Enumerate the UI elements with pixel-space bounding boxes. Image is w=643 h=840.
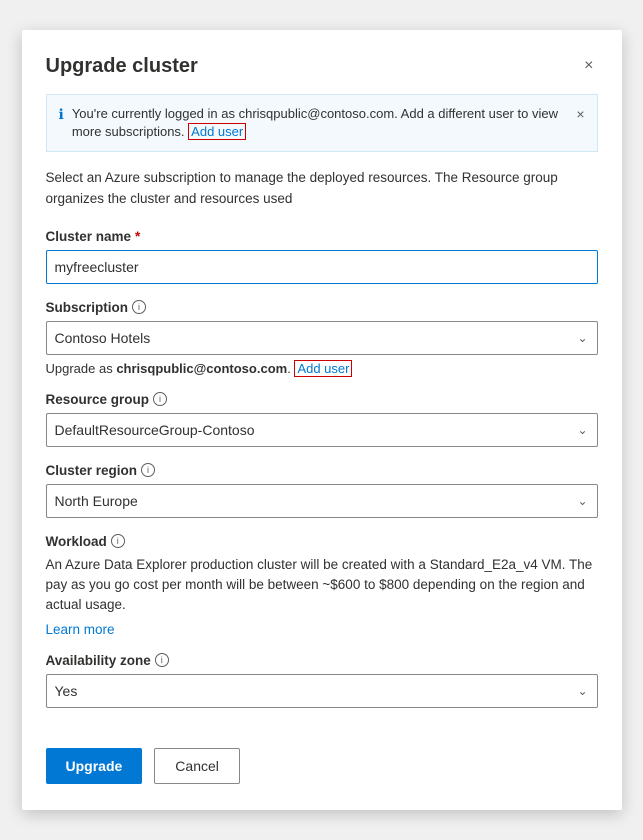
- subscription-field: Subscription i Contoso Hotels ⌄ Upgrade …: [46, 300, 598, 376]
- upgrade-cluster-dialog: Upgrade cluster × ℹ You're currently log…: [22, 30, 622, 810]
- resource-group-info-icon: i: [153, 392, 167, 406]
- cancel-button[interactable]: Cancel: [154, 748, 240, 784]
- subscription-info-icon: i: [132, 300, 146, 314]
- info-banner-left: ℹ You're currently logged in as chrisqpu…: [59, 105, 569, 141]
- availability-zone-field: Availability zone i Yes ⌄: [46, 653, 598, 708]
- cluster-region-field: Cluster region i North Europe ⌄: [46, 463, 598, 518]
- workload-description: An Azure Data Explorer production cluste…: [46, 555, 598, 616]
- dialog-close-button[interactable]: ×: [580, 54, 597, 78]
- availability-zone-select-wrapper: Yes ⌄: [46, 674, 598, 708]
- footer-buttons: Upgrade Cancel: [46, 748, 598, 784]
- required-star: *: [135, 229, 140, 244]
- learn-more-link[interactable]: Learn more: [46, 622, 598, 637]
- banner-add-user-link[interactable]: Add user: [188, 123, 246, 140]
- info-banner-text: You're currently logged in as chrisqpubl…: [72, 105, 568, 141]
- upgrade-button[interactable]: Upgrade: [46, 748, 143, 784]
- workload-label: Workload i: [46, 534, 598, 549]
- cluster-region-info-icon: i: [141, 463, 155, 477]
- dialog-header: Upgrade cluster ×: [46, 54, 598, 78]
- availability-zone-info-icon: i: [155, 653, 169, 667]
- banner-close-button[interactable]: ×: [576, 106, 584, 122]
- resource-group-label: Resource group i: [46, 392, 598, 407]
- dialog-title: Upgrade cluster: [46, 55, 198, 78]
- banner-email: chrisqpublic@contoso.com: [239, 106, 395, 121]
- cluster-name-field: Cluster name *: [46, 229, 598, 284]
- subscription-upgrade-email: chrisqpublic@contoso.com: [116, 361, 287, 376]
- availability-zone-select[interactable]: Yes: [46, 674, 598, 708]
- info-banner-icon: ℹ: [59, 106, 64, 123]
- resource-group-select[interactable]: DefaultResourceGroup-Contoso: [46, 413, 598, 447]
- availability-zone-label: Availability zone i: [46, 653, 598, 668]
- cluster-name-input[interactable]: [46, 250, 598, 284]
- workload-info-icon: i: [111, 534, 125, 548]
- resource-group-select-wrapper: DefaultResourceGroup-Contoso ⌄: [46, 413, 598, 447]
- subscription-label: Subscription i: [46, 300, 598, 315]
- page-description: Select an Azure subscription to manage t…: [46, 168, 598, 209]
- subscription-select[interactable]: Contoso Hotels: [46, 321, 598, 355]
- cluster-region-select[interactable]: North Europe: [46, 484, 598, 518]
- subscription-add-user-link[interactable]: Add user: [294, 360, 352, 377]
- cluster-region-select-wrapper: North Europe ⌄: [46, 484, 598, 518]
- banner-text-before: You're currently logged in as: [72, 106, 239, 121]
- subscription-select-wrapper: Contoso Hotels ⌄: [46, 321, 598, 355]
- cluster-name-label: Cluster name *: [46, 229, 598, 244]
- resource-group-field: Resource group i DefaultResourceGroup-Co…: [46, 392, 598, 447]
- cluster-region-label: Cluster region i: [46, 463, 598, 478]
- info-banner: ℹ You're currently logged in as chrisqpu…: [46, 94, 598, 152]
- workload-field: Workload i An Azure Data Explorer produc…: [46, 534, 598, 637]
- subscription-upgrade-note: Upgrade as chrisqpublic@contoso.com. Add…: [46, 361, 598, 376]
